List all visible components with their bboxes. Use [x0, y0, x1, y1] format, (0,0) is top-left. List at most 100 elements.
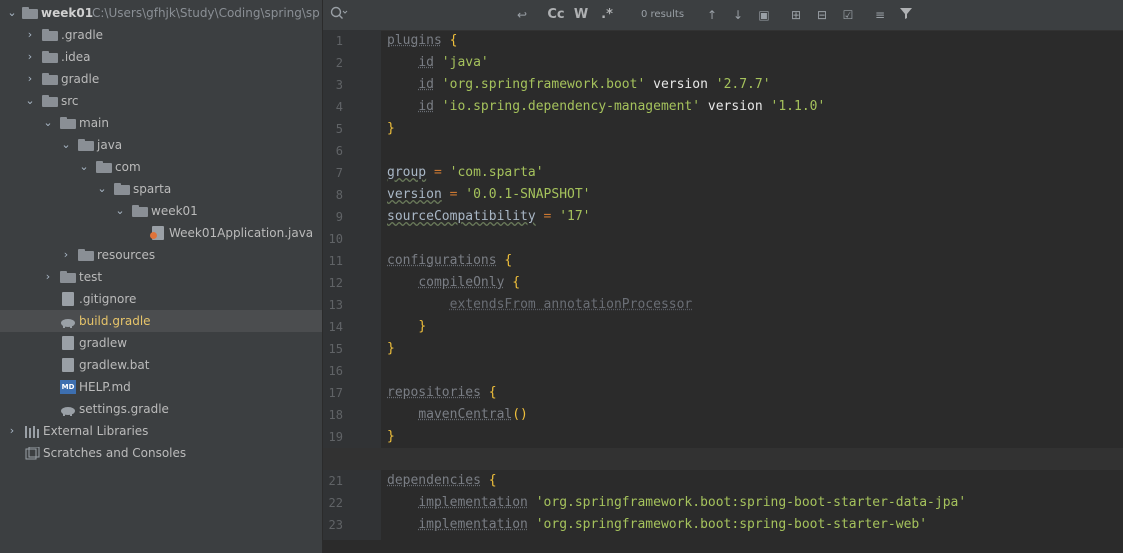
- add-occurrence-icon[interactable]: ⊞: [787, 6, 805, 24]
- tree-item[interactable]: ⌄ src: [0, 90, 322, 112]
- chevron-right-icon[interactable]: ›: [24, 68, 36, 90]
- code-line[interactable]: }: [387, 426, 1123, 448]
- line-number: 21: [328, 474, 343, 488]
- code-line[interactable]: [387, 448, 1123, 470]
- tree-item-label: .gradle: [61, 28, 104, 42]
- line-number: 9: [335, 210, 343, 224]
- tree-item[interactable]: ⌄ com: [0, 156, 322, 178]
- tree-item[interactable]: MD HELP.md: [0, 376, 322, 398]
- tree-item[interactable]: › test: [0, 266, 322, 288]
- project-tree[interactable]: ⌄ week01 C:\Users\gfhjk\Study\Coding\spr…: [0, 0, 323, 553]
- code-line[interactable]: implementation 'org.springframework.boot…: [387, 514, 1123, 536]
- tree-item-label: .idea: [61, 50, 91, 64]
- code-line[interactable]: compileOnly {: [387, 272, 1123, 294]
- line-number: 12: [328, 276, 343, 290]
- search-icon[interactable]: [329, 6, 349, 24]
- gradle-elephant-icon: [60, 402, 76, 416]
- chevron-down-icon[interactable]: ⌄: [6, 2, 18, 24]
- tree-item[interactable]: ⌄ java: [0, 134, 322, 156]
- tree-item[interactable]: settings.gradle: [0, 398, 322, 420]
- folder-icon: [42, 28, 58, 42]
- code-area[interactable]: plugins { id 'java' id 'org.springframew…: [323, 30, 1123, 553]
- folder-icon: [96, 160, 112, 174]
- chevron-down-icon[interactable]: ⌄: [96, 178, 108, 200]
- tree-item-label: HELP.md: [79, 380, 131, 394]
- folder-icon: [78, 248, 94, 262]
- match-case-button[interactable]: Cc: [546, 6, 566, 24]
- chevron-right-icon[interactable]: ›: [60, 244, 72, 266]
- chevron-down-icon[interactable]: ⌄: [60, 134, 72, 156]
- tree-item[interactable]: ⌄ week01: [0, 200, 322, 222]
- code-line[interactable]: }: [387, 118, 1123, 140]
- tree-item[interactable]: › .idea: [0, 46, 322, 68]
- tree-item[interactable]: Week01Application.java: [0, 222, 322, 244]
- chevron-down-icon[interactable]: ⌄: [78, 156, 90, 178]
- chevron-right-icon[interactable]: ›: [42, 266, 54, 288]
- code-line[interactable]: id 'java': [387, 52, 1123, 74]
- tree-item[interactable]: gradlew.bat: [0, 354, 322, 376]
- line-number: 7: [335, 166, 343, 180]
- code-line[interactable]: }: [387, 316, 1123, 338]
- chevron-right-icon[interactable]: ›: [6, 420, 18, 442]
- tree-item[interactable]: ⌄ sparta: [0, 178, 322, 200]
- tree-item[interactable]: build.gradle: [0, 310, 322, 332]
- tree-item[interactable]: .gitignore: [0, 288, 322, 310]
- code-line[interactable]: id 'org.springframework.boot' version '2…: [387, 74, 1123, 96]
- tree-item[interactable]: › gradle: [0, 68, 322, 90]
- find-bar: ↩ Cc W .* 0 results ↑ ↓ ▣ ⊞ ⊟ ☑ ≡: [323, 0, 1123, 31]
- code-line[interactable]: implementation 'org.springframework.boot…: [387, 492, 1123, 514]
- filter-options-icon[interactable]: ≡: [871, 6, 889, 24]
- tree-item-label: src: [61, 94, 79, 108]
- code-line[interactable]: id 'io.spring.dependency-management' ver…: [387, 96, 1123, 118]
- tree-item-label: gradle: [61, 72, 100, 86]
- line-number: 18: [328, 408, 343, 422]
- filter-icon[interactable]: [897, 6, 915, 24]
- code-line[interactable]: plugins {: [387, 30, 1123, 52]
- code-line[interactable]: dependencies {: [387, 470, 1123, 492]
- select-all-icon[interactable]: ▣: [755, 6, 773, 24]
- tree-item[interactable]: › resources: [0, 244, 322, 266]
- project-root[interactable]: ⌄ week01 C:\Users\gfhjk\Study\Coding\spr…: [0, 2, 322, 24]
- chevron-down-icon[interactable]: ⌄: [114, 200, 126, 222]
- project-root-path: C:\Users\gfhjk\Study\Coding\spring\sp: [92, 6, 320, 20]
- arrow-up-icon[interactable]: ↑: [703, 6, 721, 24]
- tree-item-label: resources: [97, 248, 156, 262]
- line-number: 8: [335, 188, 343, 202]
- tree-item-label: com: [115, 160, 141, 174]
- chevron-down-icon[interactable]: ⌄: [42, 112, 54, 134]
- project-root-name: week01: [41, 6, 94, 20]
- code-line[interactable]: extendsFrom annotationProcessor: [387, 294, 1123, 316]
- horizontal-scrollbar[interactable]: [323, 540, 1123, 553]
- remove-occurrence-icon[interactable]: ⊟: [813, 6, 831, 24]
- code-line[interactable]: configurations {: [387, 250, 1123, 272]
- code-editor[interactable]: ↩ Cc W .* 0 results ↑ ↓ ▣ ⊞ ⊟ ☑ ≡ 123456…: [323, 0, 1123, 553]
- code-line[interactable]: [387, 140, 1123, 162]
- code-line[interactable]: group = 'com.sparta': [387, 162, 1123, 184]
- markdown-file-icon: MD: [60, 380, 76, 394]
- code-line[interactable]: [387, 228, 1123, 250]
- code-line[interactable]: [387, 360, 1123, 382]
- code-line[interactable]: repositories {: [387, 382, 1123, 404]
- chevron-down-icon[interactable]: ⌄: [24, 90, 36, 112]
- tree-item[interactable]: Scratches and Consoles: [0, 442, 322, 464]
- chevron-right-icon[interactable]: ›: [24, 46, 36, 68]
- code-line[interactable]: sourceCompatibility = '17': [387, 206, 1123, 228]
- tree-item[interactable]: › External Libraries: [0, 420, 322, 442]
- words-button[interactable]: W: [572, 6, 590, 24]
- folder-icon: [42, 72, 58, 86]
- new-line-icon[interactable]: ↩: [513, 6, 531, 24]
- line-number: 14: [328, 320, 343, 334]
- arrow-down-icon[interactable]: ↓: [729, 6, 747, 24]
- tree-item[interactable]: gradlew: [0, 332, 322, 354]
- tree-item[interactable]: › .gradle: [0, 24, 322, 46]
- select-all-occurrences-icon[interactable]: ☑: [839, 6, 857, 24]
- code-line[interactable]: mavenCentral(): [387, 404, 1123, 426]
- tree-item[interactable]: ⌄ main: [0, 112, 322, 134]
- code-line[interactable]: }: [387, 338, 1123, 360]
- folder-icon: [42, 94, 58, 108]
- regex-button[interactable]: .*: [598, 6, 616, 24]
- chevron-right-icon[interactable]: ›: [24, 24, 36, 46]
- file-icon: [60, 336, 76, 350]
- java-class-icon: [150, 226, 166, 240]
- code-line[interactable]: version = '0.0.1-SNAPSHOT': [387, 184, 1123, 206]
